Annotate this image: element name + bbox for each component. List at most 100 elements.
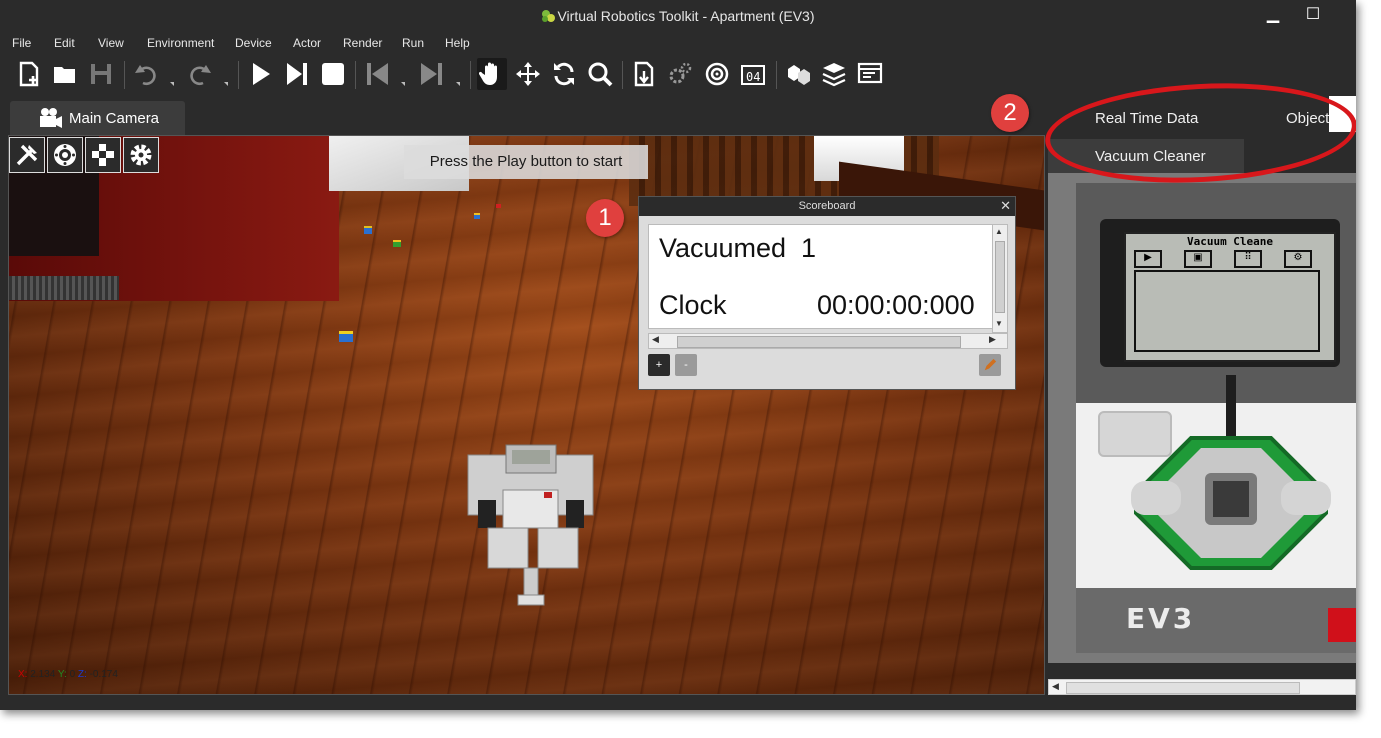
gears-button[interactable]: [665, 58, 695, 90]
remove-score-button[interactable]: -: [675, 354, 697, 376]
tab-main-camera[interactable]: Main Camera: [10, 101, 185, 135]
redo-icon: [190, 65, 211, 86]
new-file-button[interactable]: [14, 58, 44, 90]
rewind-dropdown-arrow[interactable]: [401, 82, 405, 86]
monitor-icon: [857, 62, 883, 84]
rotate-button[interactable]: [549, 58, 579, 90]
menu-view[interactable]: View: [98, 36, 124, 50]
checker-button[interactable]: [85, 137, 121, 173]
ev3-logo-text: EV3: [1126, 602, 1196, 635]
controller-button[interactable]: [47, 137, 83, 173]
rewind-button[interactable]: [362, 58, 392, 90]
brick-screen-content: [1134, 270, 1320, 352]
settings-button[interactable]: [123, 137, 159, 173]
redo-dropdown-arrow[interactable]: [224, 82, 228, 86]
lego-debris: [474, 213, 480, 219]
menu-device[interactable]: Device: [235, 36, 272, 50]
scroll-up-arrow-icon[interactable]: ▲: [995, 227, 1003, 236]
apps-tab-icon: ⠿: [1234, 250, 1262, 268]
next-dropdown-arrow[interactable]: [456, 82, 460, 86]
target-button[interactable]: [702, 58, 732, 90]
redo-button[interactable]: [185, 58, 215, 90]
main-camera-label: Main Camera: [69, 110, 160, 127]
play-button[interactable]: [246, 58, 276, 90]
scoreboard-horizontal-scrollbar[interactable]: ◀ ▶: [648, 333, 1008, 349]
scrollbar-thumb[interactable]: [677, 336, 961, 348]
open-button[interactable]: [50, 58, 80, 90]
svg-text:04: 04: [746, 70, 760, 84]
tools-button[interactable]: [9, 137, 45, 173]
monitor-button[interactable]: [855, 58, 885, 90]
scrollbar-thumb[interactable]: [1066, 682, 1300, 694]
scroll-left-arrow-icon[interactable]: ◀: [652, 334, 659, 345]
zoom-button[interactable]: [585, 58, 615, 90]
lego-logo-icon: [1328, 608, 1356, 642]
scroll-left-arrow-icon[interactable]: ◀: [1052, 681, 1059, 692]
ev3-robot-model: [467, 444, 594, 606]
undo-dropdown-arrow[interactable]: [170, 82, 174, 86]
cubes-icon: [788, 65, 810, 85]
count-button[interactable]: 04: [738, 58, 768, 90]
score-name: Clock: [659, 290, 727, 320]
menu-run[interactable]: Run: [402, 36, 424, 50]
x-value: 2.134: [30, 669, 56, 680]
z-value: -0.174: [89, 669, 118, 680]
next-button[interactable]: [417, 58, 447, 90]
menu-help[interactable]: Help: [445, 36, 470, 50]
panel-horizontal-scrollbar[interactable]: ◀: [1048, 679, 1356, 695]
menu-edit[interactable]: Edit: [54, 36, 75, 50]
scoreboard-title: Scoreboard: [798, 200, 856, 212]
lego-debris: [393, 240, 401, 247]
files-tab-icon: ▣: [1184, 250, 1212, 268]
import-button[interactable]: [629, 58, 659, 90]
scroll-right-arrow-icon[interactable]: ▶: [989, 334, 996, 345]
hand-pan-button[interactable]: [477, 58, 507, 90]
toolbar-separator: [124, 61, 125, 89]
scoreboard-titlebar[interactable]: Scoreboard ✕: [639, 197, 1015, 216]
undo-button[interactable]: [131, 58, 161, 90]
save-button[interactable]: [86, 58, 116, 90]
brick-right-button[interactable]: [1281, 481, 1331, 515]
step-button[interactable]: [282, 58, 312, 90]
scoreboard-table: Vacuumed 1 Clock 00:00:00:000: [648, 224, 999, 329]
annotation-badge-1: 1: [586, 199, 624, 237]
scoreboard-close-button[interactable]: ✕: [1000, 198, 1011, 214]
add-score-button[interactable]: +: [648, 354, 670, 376]
layers-button[interactable]: [819, 58, 849, 90]
settings-tab-icon: ⚙: [1284, 250, 1312, 268]
stop-button[interactable]: [318, 58, 348, 90]
scene-vent: [9, 276, 119, 300]
menu-render[interactable]: Render: [343, 36, 382, 50]
scroll-down-arrow-icon[interactable]: ▼: [995, 319, 1003, 328]
menu-file[interactable]: File: [12, 36, 31, 50]
scrollbar-thumb[interactable]: [995, 241, 1005, 313]
lego-debris: [339, 331, 353, 342]
count-icon: 04: [741, 65, 765, 85]
score-name: Vacuumed: [659, 233, 787, 263]
ev3-brick: Vacuum Cleane ▶ ▣ ⠿ ⚙ EV3: [1076, 183, 1356, 653]
score-value: 00:00:00:000: [817, 290, 975, 320]
maximize-button[interactable]: ☐: [1300, 4, 1326, 24]
minimize-button[interactable]: ▁: [1260, 4, 1286, 24]
video-camera-icon: [40, 108, 62, 128]
menu-actor[interactable]: Actor: [293, 36, 321, 50]
score-value: 1: [801, 233, 817, 263]
annotation-badge-2: 2: [991, 94, 1029, 132]
menu-environment[interactable]: Environment: [147, 36, 214, 50]
panel-footer: [1048, 663, 1356, 679]
checker-icon: [92, 144, 114, 166]
brick-left-button[interactable]: [1131, 481, 1181, 515]
run-tab-icon: ▶: [1134, 250, 1162, 268]
zoom-icon: [588, 62, 613, 87]
scoreboard-vertical-scrollbar[interactable]: ▲ ▼: [992, 224, 1008, 333]
move-button[interactable]: [513, 58, 543, 90]
brick-bottom: EV3: [1076, 588, 1356, 653]
import-icon: [634, 61, 654, 87]
scoreboard-window[interactable]: Scoreboard ✕ Vacuumed 1 Clock 00:00:00:0…: [638, 196, 1016, 390]
y-label: Y:: [57, 669, 67, 680]
pencil-icon: [984, 358, 997, 371]
cubes-button[interactable]: [783, 58, 813, 90]
edit-score-button[interactable]: [979, 354, 1001, 376]
save-icon: [91, 64, 111, 84]
window-title: Virtual Robotics Toolkit - Apartment (EV…: [0, 8, 1356, 24]
